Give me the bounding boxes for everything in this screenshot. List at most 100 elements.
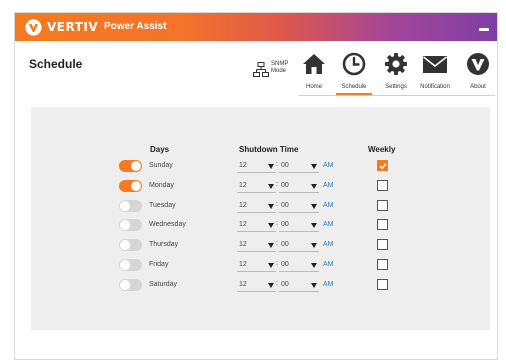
minute-select[interactable]: 00 <box>279 218 319 233</box>
nav-about[interactable]: About <box>456 47 500 95</box>
minute-value: 00 <box>281 261 289 268</box>
ampm-toggle[interactable]: AM <box>323 221 334 228</box>
app-title: Power Assist <box>104 21 167 32</box>
nav-settings-label: Settings <box>385 84 407 90</box>
hour-value: 12 <box>239 201 247 209</box>
nav-about-label: About <box>470 84 486 90</box>
hour-select[interactable]: 12 <box>237 278 276 292</box>
vertiv-logo-icon <box>25 19 42 36</box>
ampm-toggle[interactable]: AM <box>323 241 334 248</box>
toggle-knob <box>120 260 130 270</box>
caret-down-icon <box>311 223 317 229</box>
weekly-checkbox[interactable] <box>377 278 388 290</box>
minute-value: 00 <box>281 221 289 229</box>
hour-select[interactable]: 12 <box>237 258 276 272</box>
days-header: Days <box>150 145 170 154</box>
hour-select[interactable]: 12 <box>237 179 276 193</box>
weekly-checkbox[interactable] <box>377 199 388 211</box>
home-icon <box>303 54 325 74</box>
schedule-row: Sunday 12:00 AM <box>31 159 490 173</box>
gear-icon <box>385 53 407 75</box>
vertiv-logo-icon <box>467 53 489 75</box>
minute-select[interactable]: 00 <box>279 238 319 253</box>
network-icon <box>253 62 269 77</box>
schedule-row: Friday 12:00 AM <box>31 258 490 272</box>
caret-down-icon <box>268 282 274 288</box>
hour-value: 12 <box>239 181 247 189</box>
app-window: VERTIV Power Assist Schedule SNMP Mode H… <box>14 12 498 360</box>
weekly-header: Weekly <box>368 145 396 154</box>
minute-select[interactable]: 00 <box>279 258 319 272</box>
day-enable-toggle[interactable] <box>119 219 142 232</box>
nav-settings[interactable]: Settings <box>374 47 418 95</box>
day-enable-toggle[interactable] <box>119 160 142 172</box>
caret-down-icon <box>311 203 317 209</box>
hour-value: 12 <box>239 162 247 169</box>
toggle-knob <box>120 220 130 231</box>
ampm-toggle[interactable]: AM <box>323 281 334 288</box>
hour-value: 12 <box>239 280 247 288</box>
nav-notification[interactable]: Notification <box>413 47 457 95</box>
minimize-button[interactable] <box>479 28 489 31</box>
shutdown-time-header: Shutdown Time <box>239 145 299 154</box>
page-header: Schedule SNMP Mode Home Schedule Setting… <box>15 41 497 103</box>
time-separator: : <box>276 161 278 168</box>
day-enable-toggle[interactable] <box>119 278 142 291</box>
nav-notification-label: Notification <box>420 84 450 90</box>
minute-select[interactable]: 00 <box>279 179 319 193</box>
weekly-checkbox[interactable] <box>377 219 388 231</box>
page-title: Schedule <box>29 57 83 71</box>
hour-value: 12 <box>239 241 247 249</box>
day-enable-toggle[interactable] <box>119 239 142 252</box>
nav-schedule[interactable]: Schedule <box>332 47 376 95</box>
toggle-knob <box>120 200 130 211</box>
minute-value: 00 <box>281 280 289 288</box>
minute-value: 00 <box>281 181 289 189</box>
schedule-row: Thursday 12:00 AM <box>31 238 490 253</box>
ampm-toggle[interactable]: AM <box>323 162 334 169</box>
weekly-checkbox[interactable] <box>377 160 388 171</box>
day-enable-toggle[interactable] <box>119 259 142 271</box>
ampm-toggle[interactable]: AM <box>323 202 334 209</box>
ampm-toggle[interactable]: AM <box>323 182 334 189</box>
toggle-knob <box>131 161 141 171</box>
day-label: Saturday <box>149 280 178 288</box>
day-enable-toggle[interactable] <box>119 199 142 212</box>
toggle-knob <box>120 279 130 290</box>
snmp-label-line2: Mode <box>271 68 287 74</box>
caret-down-icon <box>268 183 274 189</box>
minute-select[interactable]: 00 <box>279 278 319 292</box>
time-separator: : <box>276 220 278 228</box>
nav-home[interactable]: Home <box>292 47 336 95</box>
ampm-toggle[interactable]: AM <box>323 261 334 268</box>
time-separator: : <box>276 260 278 267</box>
caret-down-icon <box>268 223 274 229</box>
caret-down-icon <box>311 164 317 169</box>
minute-select[interactable]: 00 <box>279 199 319 213</box>
caret-down-icon <box>268 203 274 209</box>
weekly-checkbox[interactable] <box>377 179 388 191</box>
day-enable-toggle[interactable] <box>119 179 142 192</box>
title-bar: VERTIV Power Assist <box>15 13 497 41</box>
schedule-row: Wednesday 12:00 AM <box>31 218 490 233</box>
snmp-mode-label: SNMP Mode <box>271 61 288 75</box>
caret-down-icon <box>311 263 317 268</box>
hour-select[interactable]: 12 <box>237 238 276 253</box>
schedule-row: Monday 12:00 AM <box>31 179 490 193</box>
day-label: Monday <box>149 181 174 189</box>
minute-select[interactable]: 00 <box>279 159 319 173</box>
hour-select[interactable]: 12 <box>237 199 276 213</box>
weekly-checkbox[interactable] <box>377 259 388 270</box>
caret-down-icon <box>311 243 317 249</box>
schedule-panel: Days Shutdown Time Weekly Sunday 12:00 AM M… <box>31 107 490 330</box>
time-separator: : <box>276 200 278 208</box>
minute-value: 00 <box>281 162 289 169</box>
hour-select[interactable]: 12 <box>237 218 276 233</box>
hour-select[interactable]: 12 <box>237 159 276 173</box>
snmp-mode-button[interactable]: SNMP Mode <box>253 60 293 80</box>
caret-down-icon <box>268 164 274 169</box>
toggle-knob <box>131 180 141 191</box>
caret-down-icon <box>268 243 274 249</box>
weekly-checkbox[interactable] <box>377 239 388 251</box>
hour-value: 12 <box>239 261 247 268</box>
